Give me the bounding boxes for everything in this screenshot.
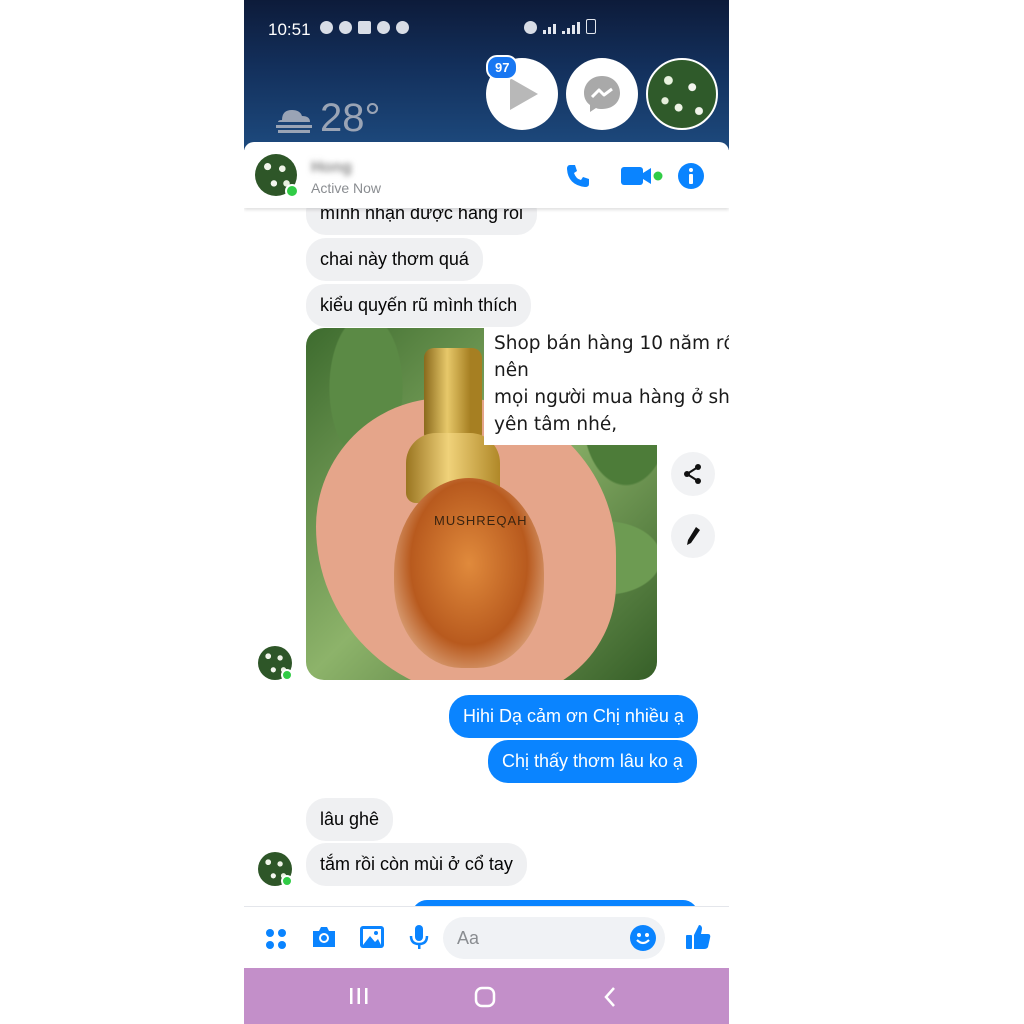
video-call-icon[interactable] <box>620 162 666 190</box>
camera-icon[interactable] <box>310 923 338 951</box>
incoming-message[interactable]: chai này thơm quá <box>306 238 483 281</box>
phone-call-icon[interactable] <box>564 162 592 190</box>
phone-screen: 10:51 28° 97 Hong Active Now mình nhận đ… <box>244 0 729 1024</box>
signal-icon <box>562 22 580 34</box>
info-icon[interactable] <box>677 162 705 190</box>
app-notification-icon <box>339 21 352 34</box>
emoji-icon[interactable] <box>629 924 657 952</box>
recent-apps-icon[interactable] <box>348 986 370 1006</box>
image-gallery-icon[interactable] <box>358 923 386 951</box>
system-navigation-bar <box>244 968 729 1024</box>
messenger-icon <box>584 76 620 112</box>
contact-status: Active Now <box>311 180 382 196</box>
conversation-header: Hong Active Now <box>244 142 729 208</box>
outgoing-message[interactable]: Chị thấy thơm lâu ko ạ <box>488 740 697 783</box>
online-indicator <box>285 184 299 198</box>
contact-chat-head[interactable] <box>646 58 718 130</box>
home-icon[interactable] <box>473 986 497 1008</box>
wifi-icon <box>543 24 556 34</box>
unread-badge: 97 <box>486 55 519 80</box>
online-indicator <box>281 875 293 887</box>
alarm-icon <box>524 21 537 34</box>
back-icon[interactable] <box>602 986 618 1008</box>
app-notification-icon <box>396 21 409 34</box>
messenger-chat-head[interactable] <box>566 58 638 130</box>
incoming-message[interactable]: kiểu quyến rũ mình thích <box>306 284 532 327</box>
cloud-icon <box>276 109 312 133</box>
incoming-message[interactable]: mình nhận được hàng rồi <box>306 208 537 235</box>
temperature: 28° <box>320 96 381 140</box>
system-status-icons <box>524 19 596 34</box>
messenger-notification-icon <box>377 21 390 34</box>
message-input-placeholder: Aa <box>457 928 480 948</box>
overlay-note-line: yên tâm nhé, <box>494 414 618 435</box>
outgoing-message[interactable]: Hihi Dạ cảm ơn Chị nhiều ạ <box>449 695 698 738</box>
shop-overlay-note: Shop bán hàng 10 năm rồi nên mọi người m… <box>484 328 729 445</box>
check-notification-icon <box>358 21 371 34</box>
app-notification-icon <box>320 21 333 34</box>
apps-menu-icon[interactable] <box>264 927 288 951</box>
perfume-bottle <box>394 478 544 668</box>
edit-button[interactable] <box>671 514 715 558</box>
online-indicator <box>281 669 293 681</box>
notification-icons <box>320 21 409 34</box>
perfume-bottle-cap <box>424 348 482 438</box>
share-icon <box>684 464 701 484</box>
pencil-icon <box>687 527 700 545</box>
incoming-message[interactable]: tắm rồi còn mùi ở cổ tay <box>306 843 527 886</box>
microphone-icon[interactable] <box>408 923 430 951</box>
message-composer: Aa <box>244 906 729 969</box>
incoming-message[interactable]: lâu ghê <box>306 798 394 841</box>
message-thread[interactable]: mình nhận được hàng rồi chai này thơm qu… <box>244 208 729 906</box>
overlay-note-line: mọi người mua hàng ở shop <box>494 387 729 408</box>
battery-icon <box>586 19 596 34</box>
contact-name[interactable]: Hong <box>311 159 352 177</box>
overlay-note-line: Shop bán hàng 10 năm rồi nên <box>494 333 729 381</box>
status-time: 10:51 <box>268 20 311 39</box>
thumbs-up-icon[interactable] <box>684 922 712 952</box>
bottle-label: MUSHREQAH <box>434 513 528 528</box>
weather-widget: 28° <box>274 96 381 141</box>
message-input[interactable]: Aa <box>443 917 665 959</box>
share-button[interactable] <box>671 452 715 496</box>
